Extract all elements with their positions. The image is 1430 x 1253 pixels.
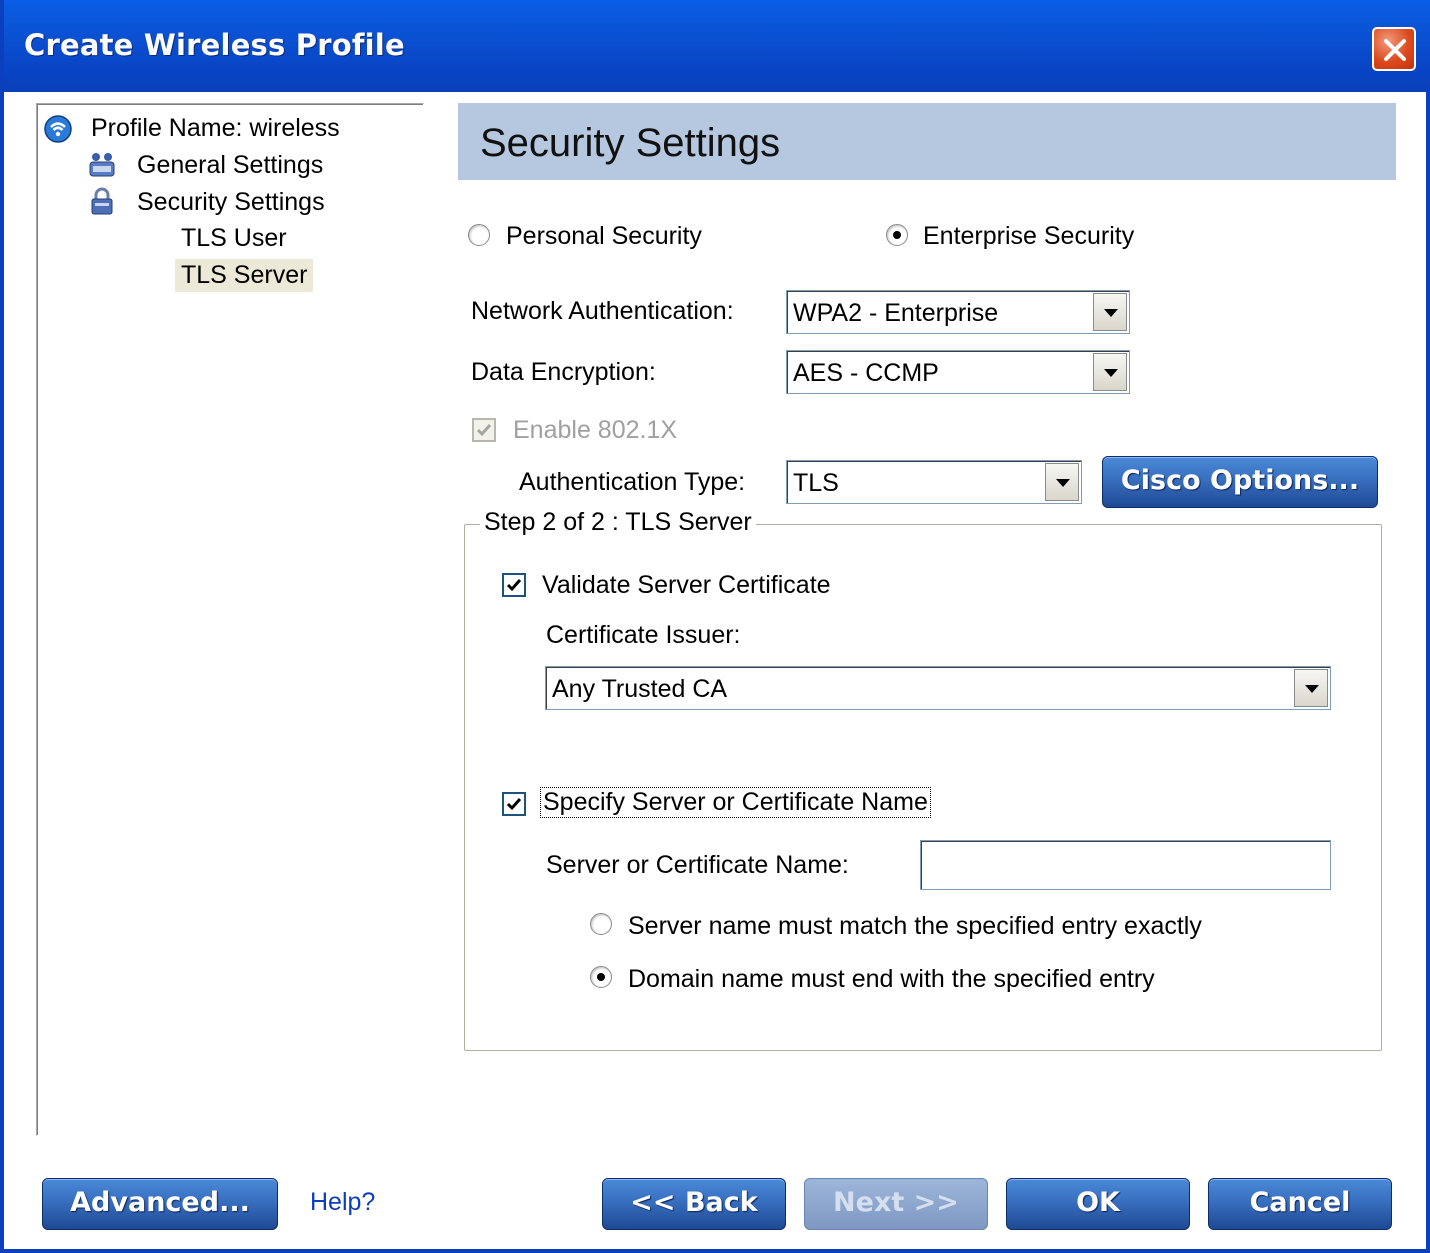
close-button[interactable] xyxy=(1372,27,1416,71)
lock-icon xyxy=(87,186,117,223)
enable-8021x-checkbox[interactable] xyxy=(472,418,496,442)
personal-security-radio[interactable] xyxy=(468,224,490,246)
chevron-down-icon[interactable] xyxy=(1093,353,1127,391)
group-title: Step 2 of 2 : TLS Server xyxy=(480,508,756,537)
match-exact-radio[interactable] xyxy=(590,913,612,935)
chevron-down-icon[interactable] xyxy=(1294,669,1328,707)
cert-issuer-label: Certificate Issuer: xyxy=(546,621,741,649)
data-encryption-label: Data Encryption: xyxy=(471,358,656,386)
next-button[interactable]: Next >> xyxy=(804,1178,988,1230)
validate-cert-label[interactable]: Validate Server Certificate xyxy=(542,571,831,600)
cisco-options-button[interactable]: Cisco Options... xyxy=(1102,456,1378,508)
domain-end-radio[interactable] xyxy=(590,966,612,988)
checkmark-icon xyxy=(476,424,492,437)
auth-type-value: TLS xyxy=(793,469,839,497)
back-button[interactable]: << Back xyxy=(602,1178,786,1230)
section-header: Security Settings xyxy=(458,103,1396,180)
title-bar: Create Wireless Profile xyxy=(4,0,1430,92)
profile-tree: Profile Name: wireless General Settings … xyxy=(36,103,424,1136)
wireless-globe-icon xyxy=(43,114,73,151)
tree-item-label: TLS Server xyxy=(181,261,308,289)
server-name-label: Server or Certificate Name: xyxy=(546,851,849,879)
help-link[interactable]: Help? xyxy=(310,1188,375,1217)
cert-issuer-value: Any Trusted CA xyxy=(552,675,728,703)
specify-server-label[interactable]: Specify Server or Certificate Name xyxy=(540,787,931,818)
personal-security-label[interactable]: Personal Security xyxy=(506,222,702,251)
auth-type-label: Authentication Type: xyxy=(519,468,746,496)
checkmark-icon xyxy=(506,798,522,811)
tree-item-label: General Settings xyxy=(137,151,324,179)
network-auth-select[interactable]: WPA2 - Enterprise xyxy=(786,290,1130,334)
chevron-down-icon[interactable] xyxy=(1093,293,1127,331)
domain-end-label[interactable]: Domain name must end with the specified … xyxy=(628,965,1155,994)
specify-server-checkbox[interactable] xyxy=(502,792,526,816)
data-encryption-value: AES - CCMP xyxy=(793,359,939,387)
tree-item-label: TLS User xyxy=(181,224,287,252)
validate-cert-checkbox[interactable] xyxy=(502,573,526,597)
network-auth-label: Network Authentication: xyxy=(471,297,734,325)
match-exact-label[interactable]: Server name must match the specified ent… xyxy=(628,912,1202,941)
users-icon xyxy=(87,149,117,186)
ok-button[interactable]: OK xyxy=(1006,1178,1190,1230)
data-encryption-select[interactable]: AES - CCMP xyxy=(786,350,1130,394)
cancel-button[interactable]: Cancel xyxy=(1208,1178,1392,1230)
network-auth-value: WPA2 - Enterprise xyxy=(793,299,999,327)
tree-root-label: Profile Name: wireless xyxy=(91,114,340,142)
page-title: Security Settings xyxy=(480,121,781,165)
enterprise-security-label[interactable]: Enterprise Security xyxy=(923,222,1134,251)
server-name-input[interactable] xyxy=(920,840,1331,890)
close-icon xyxy=(1384,39,1406,61)
enable-8021x-label: Enable 802.1X xyxy=(513,416,678,444)
enterprise-security-radio[interactable] xyxy=(886,224,908,246)
tree-item-label: Security Settings xyxy=(137,188,325,216)
tree-item-tls-server[interactable]: TLS Server xyxy=(175,259,314,292)
auth-type-select[interactable]: TLS xyxy=(786,460,1082,504)
tree-item-tls-user[interactable]: TLS User xyxy=(181,224,287,253)
advanced-button[interactable]: Advanced... xyxy=(42,1178,278,1230)
cert-issuer-select[interactable]: Any Trusted CA xyxy=(545,666,1331,710)
window-title: Create Wireless Profile xyxy=(24,28,405,62)
checkmark-icon xyxy=(506,579,522,592)
chevron-down-icon[interactable] xyxy=(1045,463,1079,501)
